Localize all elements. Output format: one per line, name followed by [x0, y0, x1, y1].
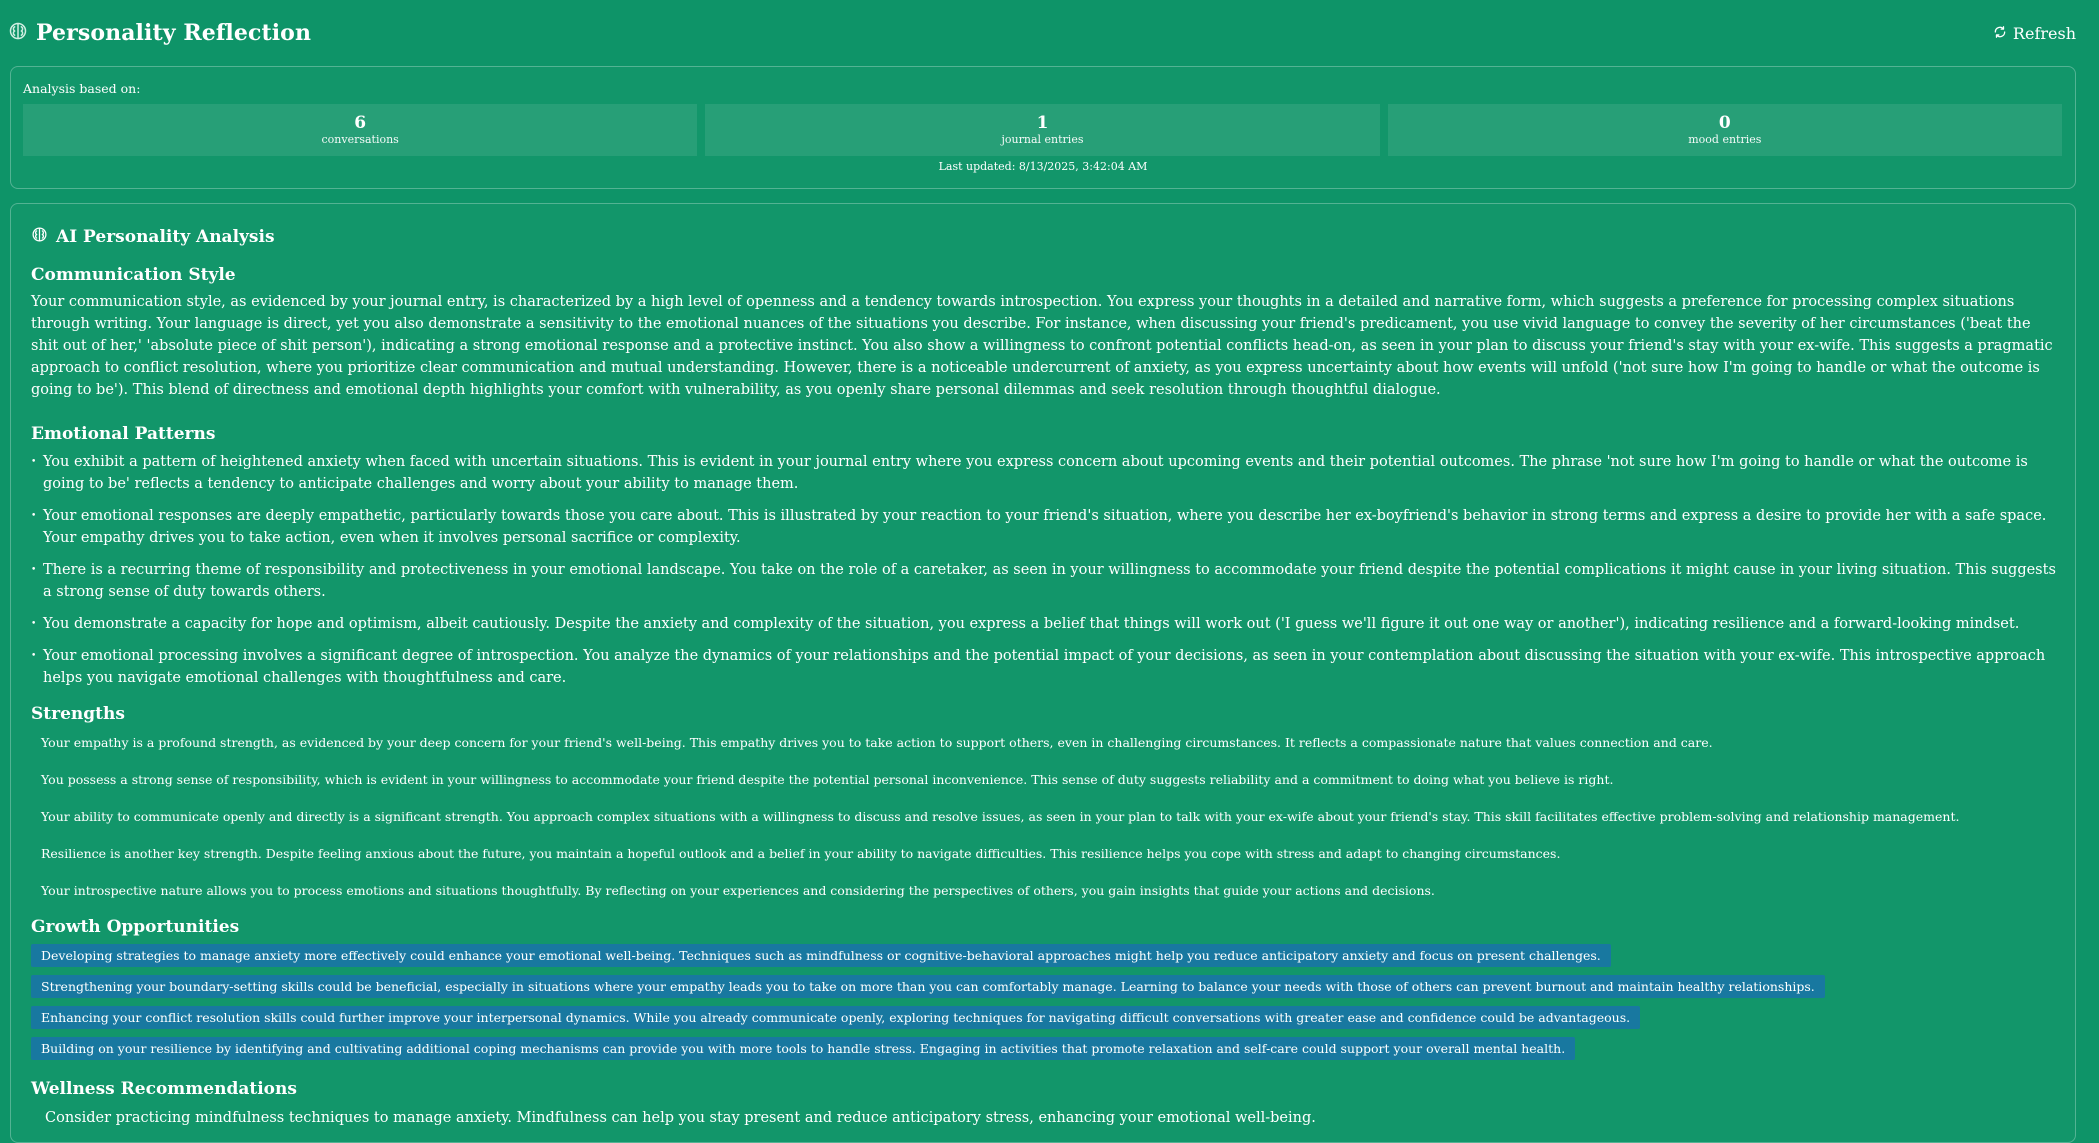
stat-label: mood entries — [1688, 133, 1762, 146]
stat-value: 0 — [1718, 113, 1731, 133]
analysis-content: AI Personality Analysis Communication St… — [31, 226, 2061, 1128]
growth-item: Enhancing your conflict resolution skill… — [31, 1006, 1641, 1029]
stat-mood-entries: 0 mood entries — [1387, 104, 2062, 156]
refresh-icon — [1993, 24, 2007, 43]
refresh-button[interactable]: Refresh — [1985, 20, 2084, 47]
strength-item: Your ability to communicate openly and d… — [41, 809, 1960, 824]
ai-analysis-card: AI Personality Analysis Communication St… — [10, 203, 2076, 1143]
brain-icon — [31, 226, 48, 247]
list-item: Your emotional processing involves a sig… — [31, 645, 2061, 689]
communication-style-text: Your communication style, as evidenced b… — [31, 294, 2053, 398]
list-item: Your emotional responses are deeply empa… — [31, 505, 2061, 549]
growth-item: Building on your resilience by identifyi… — [31, 1037, 1576, 1060]
list-item: There is a recurring theme of responsibi… — [31, 559, 2061, 603]
emotional-patterns-list: You exhibit a pattern of heightened anxi… — [31, 451, 2061, 689]
refresh-label: Refresh — [2012, 23, 2076, 43]
strengths-list: Your empathy is a profound strength, as … — [31, 731, 2061, 902]
page-title: Personality Reflection — [36, 20, 312, 46]
growth-list: Developing strategies to manage anxiety … — [31, 944, 2061, 1068]
strengths-heading: Strengths — [31, 704, 125, 724]
communication-style-heading: Communication Style — [31, 265, 236, 285]
brain-icon — [8, 21, 28, 45]
emotional-patterns-heading: Emotional Patterns — [31, 424, 216, 444]
analysis-header: AI Personality Analysis — [31, 226, 2061, 247]
wellness-item: Consider practicing mindfulness techniqu… — [45, 1110, 1316, 1126]
page-header: Personality Reflection Refresh — [8, 16, 2088, 50]
wellness-recommendations-heading: Wellness Recommendations — [31, 1079, 297, 1099]
growth-opportunities-heading: Growth Opportunities — [31, 917, 240, 937]
strength-item: Your introspective nature allows you to … — [41, 883, 1435, 898]
list-item: You exhibit a pattern of heightened anxi… — [31, 451, 2061, 495]
stats-label: Analysis based on: — [23, 81, 141, 96]
stat-journal-entries: 1 journal entries — [705, 104, 1380, 156]
stat-value: 6 — [354, 113, 367, 133]
strength-item: You possess a strong sense of responsibi… — [41, 772, 1614, 787]
analysis-title: AI Personality Analysis — [56, 226, 275, 247]
list-item: You demonstrate a capacity for hope and … — [31, 613, 2061, 635]
strength-item: Resilience is another key strength. Desp… — [41, 846, 1561, 861]
stat-label: conversations — [321, 133, 399, 146]
title-group: Personality Reflection — [8, 20, 311, 46]
stat-value: 1 — [1036, 113, 1049, 133]
strength-item: Your empathy is a profound strength, as … — [41, 735, 1713, 750]
growth-item: Developing strategies to manage anxiety … — [31, 944, 1611, 967]
stat-boxes: 6 conversations 1 journal entries 0 mood… — [23, 104, 2062, 156]
last-updated: Last updated: 8/13/2025, 3:42:04 AM — [938, 160, 1148, 173]
stat-label: journal entries — [1001, 133, 1084, 146]
stat-conversations: 6 conversations — [23, 104, 698, 156]
analysis-stats-card: Analysis based on: 6 conversations 1 jou… — [10, 66, 2076, 189]
growth-item: Strengthening your boundary-setting skil… — [31, 975, 1825, 998]
